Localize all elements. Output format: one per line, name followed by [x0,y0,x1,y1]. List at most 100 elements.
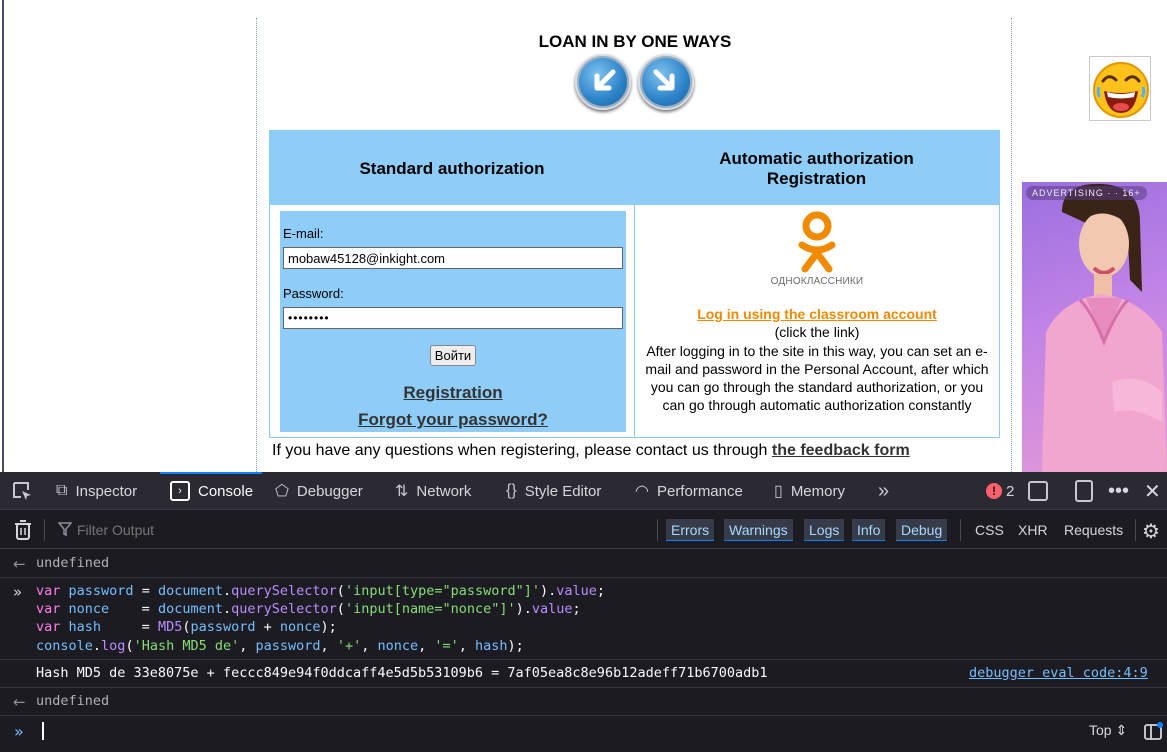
code-token: value [556,583,597,599]
code-token: '+' [336,638,362,654]
filter-xhr-button[interactable]: XHR [1018,519,1048,541]
code-token: ( [336,583,345,599]
filter-debug-button[interactable]: Debug [896,519,948,541]
automatic-auth-column: ОДНОКЛАССНИКИ Log in using the classroom… [635,205,999,437]
toolbar-separator [44,519,45,541]
tab-style-editor[interactable]: {} Style Editor [506,472,601,510]
tab-network[interactable]: ⇅ Network [395,472,471,510]
tab-performance[interactable]: ◠ Performance [635,472,743,510]
advertising-banner[interactable]: ADVERTISING · · 16+ [1022,182,1167,472]
code-token: ; [572,601,581,617]
code-token: value [531,601,573,617]
click-hint: (click the link) [774,324,860,340]
code-token: . [222,601,232,617]
more-tabs-button[interactable]: » [878,472,897,510]
standard-auth-heading: Standard authorization [359,159,545,178]
context-selector[interactable]: Top ⇕ [1089,722,1127,739]
tab-console[interactable]: › Console [159,472,263,510]
console-icon: › [170,481,190,501]
sidebar-toggle-icon[interactable] [1143,722,1163,742]
tab-inspector[interactable]: ⧉ Inspector [56,472,137,510]
result-value: undefined [36,693,110,709]
more-options-icon[interactable]: ••• [1108,472,1129,510]
registration-link[interactable]: Registration [280,383,626,403]
code-token: MD5 [157,619,183,635]
advertising-label: ADVERTISING · · 16+ [1026,186,1147,200]
code-token: , [361,638,378,654]
close-icon[interactable]: ✕ [1144,472,1161,510]
code-token: hash [68,619,102,635]
classroom-login-link[interactable]: Log in using the classroom account [635,306,999,322]
tab-debugger[interactable]: ⬠ Debugger [275,472,363,510]
code-token: , [239,638,256,654]
element-picker-button[interactable] [10,472,34,510]
forgot-password-link[interactable]: Forgot your password? [280,410,626,430]
tab-memory[interactable]: ▯ Memory [774,472,845,510]
code-token: document [157,601,223,617]
chevron-double-right-icon: » [878,479,890,502]
code-token: 'input[name="nonce"]' [344,601,516,617]
tab-performance-label: Performance [656,482,743,500]
arrow-down-left-icon [594,69,616,91]
code-token: = [109,601,158,617]
split-console-icon[interactable] [1028,481,1048,501]
code-line-2: var nonce = document.querySelector('inpu… [36,601,581,617]
filter-logs-button[interactable]: Logs [804,519,845,541]
page-edge-rule [2,0,4,472]
tab-style-editor-label: Style Editor [524,482,602,500]
email-field[interactable] [283,247,623,269]
error-count-badge[interactable]: ! 2 [986,472,1014,510]
code-token: var [36,583,61,599]
inspector-icon: ⧉ [56,482,68,499]
dock-toggle-icon[interactable] [1075,480,1093,502]
code-token: password [255,638,321,654]
arrow-down-right-button[interactable] [638,54,694,110]
code-token: ( [336,601,345,617]
toolbar-separator [960,519,961,541]
code-token: document [157,583,223,599]
filter-errors-button[interactable]: Errors [666,519,715,541]
odnoklassniki-logo-icon[interactable] [789,211,845,275]
error-icon: ! [986,483,1002,499]
arrow-down-left-button[interactable] [575,54,631,110]
gear-icon[interactable]: ⚙ [1142,519,1160,544]
devtools-panel: ⧉ Inspector › Console ⬠ Debugger ⇅ Netwo… [0,472,1167,752]
filter-warnings-button[interactable]: Warnings [724,519,793,541]
prompt-chevron-icon: » [14,722,24,741]
log-source-link[interactable]: debugger eval code:4:9 [969,665,1148,681]
password-label: Password: [283,286,344,301]
web-page: LOAN IN BY ONE WAYS Standard authorizati… [0,0,1167,472]
code-token: 'input[type="password"]' [344,583,541,599]
screen: LOAN IN BY ONE WAYS Standard authorizati… [0,0,1167,752]
toolbar-separator [1135,519,1136,541]
feedback-line: If you have any questions when registeri… [272,442,910,460]
network-icon: ⇅ [395,483,409,500]
trash-icon[interactable] [13,519,33,541]
code-token: . [222,583,232,599]
filter-icon [58,522,72,536]
automatic-auth-heading: Automatic authorization Registration [634,149,999,189]
password-field[interactable] [283,307,623,329]
feedback-form-link[interactable]: the feedback form [772,442,910,459]
filter-requests-button[interactable]: Requests [1064,519,1123,541]
console-output: ← undefined » var password = document.qu… [0,550,1167,716]
filter-css-button[interactable]: CSS [975,519,1004,541]
filter-output-input[interactable] [77,520,637,540]
code-token: var [36,619,61,635]
tab-memory-label: Memory [790,482,845,500]
log-message: Hash MD5 de 33e8075e + feccc849e94f0ddca… [36,665,768,681]
code-token: nonce [377,638,419,654]
console-filter-bar: Errors Warnings Logs Info Debug CSS XHR … [0,511,1167,549]
code-token: , [458,638,476,654]
code-token: nonce [68,601,110,617]
performance-icon: ◠ [635,483,649,500]
console-prompt[interactable]: » Top ⇕ [0,712,1167,752]
code-token: nonce [279,619,321,635]
login-submit-button[interactable]: Войти [430,345,476,366]
result-arrow-icon: ← [13,693,26,711]
console-input-caret[interactable] [42,722,44,740]
code-token: var [36,601,61,617]
filter-info-button[interactable]: Info [852,519,886,541]
console-input-row[interactable]: » var password = document.querySelector(… [0,578,1167,660]
odnoklassniki-logo-text: ОДНОКЛАССНИКИ [770,276,864,287]
